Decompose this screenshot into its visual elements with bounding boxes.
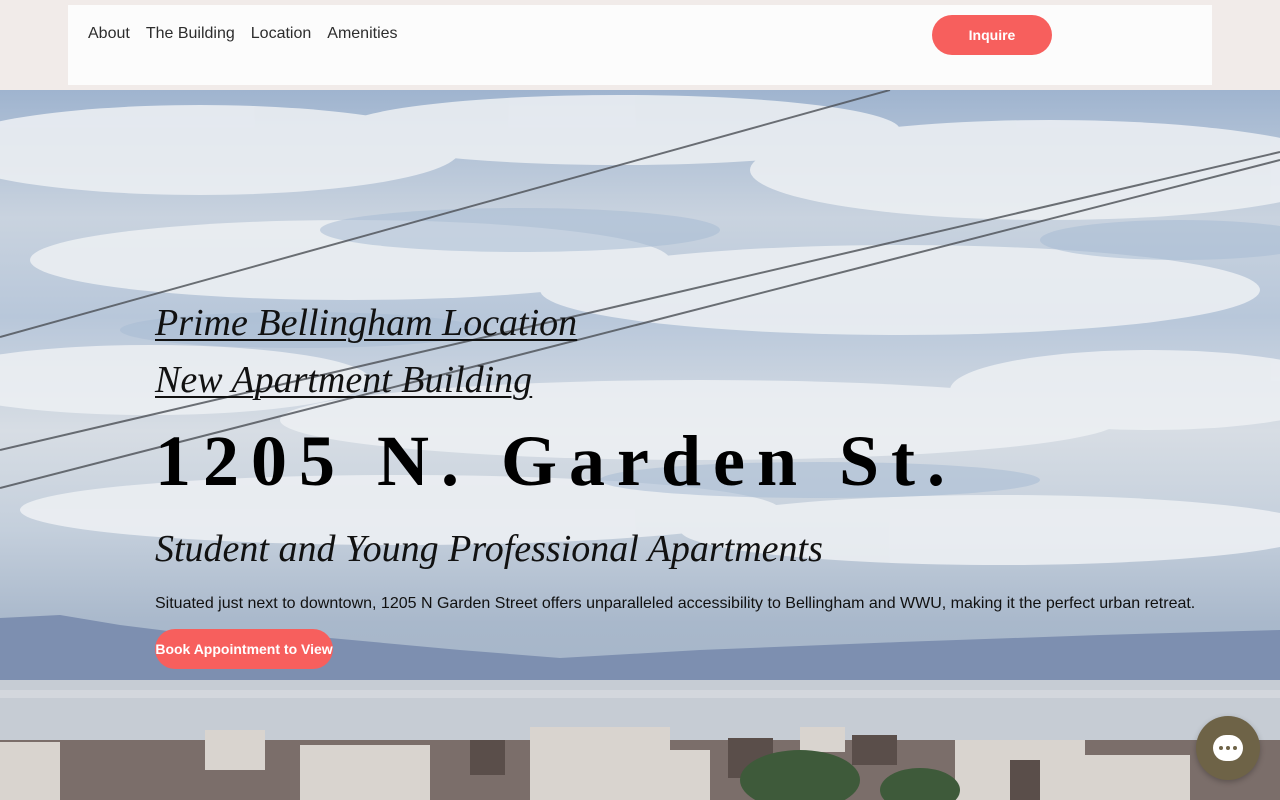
hero-description: Situated just next to downtown, 1205 N G…	[155, 595, 1196, 612]
nav-link-the-building[interactable]: The Building	[146, 25, 235, 43]
chat-button[interactable]	[1196, 716, 1260, 780]
hero-subline-location[interactable]: Prime Bellingham Location	[155, 295, 1255, 352]
hero-content: Prime Bellingham Location New Apartment …	[155, 295, 1255, 669]
nav-link-amenities[interactable]: Amenities	[327, 25, 397, 43]
chat-bubble-icon	[1213, 735, 1243, 761]
hero-section: Prime Bellingham Location New Apartment …	[0, 90, 1280, 800]
book-appointment-button[interactable]: Book Appointment to View	[155, 629, 333, 669]
hero-subline-building[interactable]: New Apartment Building	[155, 352, 1255, 409]
site-header: About The Building Location Amenities In…	[68, 5, 1212, 85]
hero-address-heading: 1205 N. Garden St.	[155, 421, 958, 501]
hero-tagline: Student and Young Professional Apartment…	[155, 528, 823, 570]
inquire-button[interactable]: Inquire	[932, 15, 1052, 55]
nav-link-about[interactable]: About	[88, 25, 130, 43]
nav-link-location[interactable]: Location	[251, 25, 312, 43]
main-nav: About The Building Location Amenities	[88, 25, 398, 43]
